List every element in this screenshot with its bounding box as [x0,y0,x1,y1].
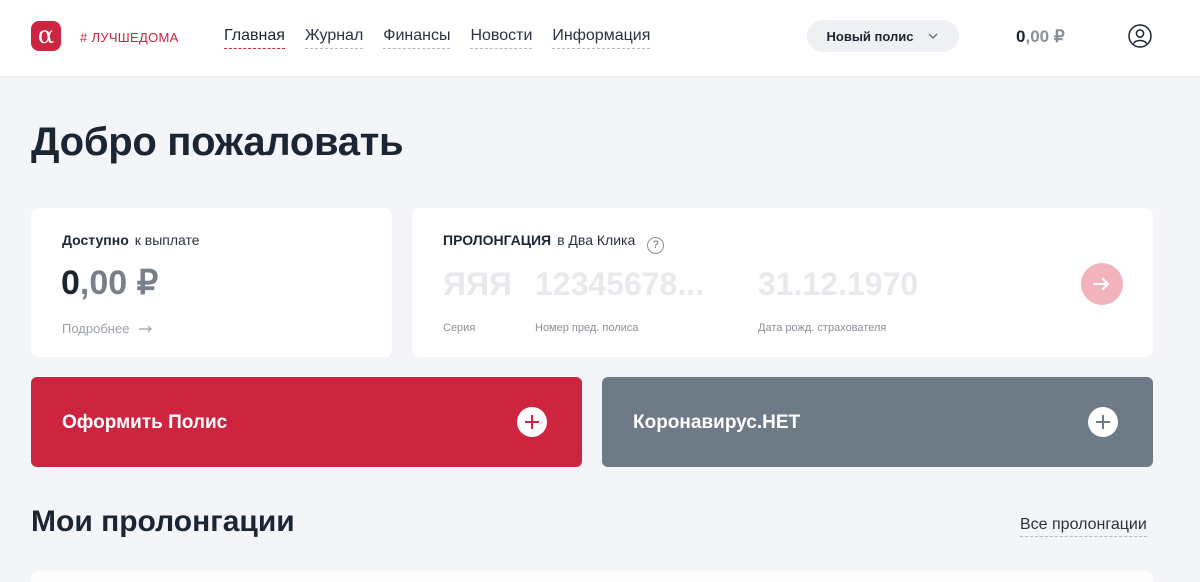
series-label: Серия [443,322,476,334]
main-nav: Главная Журнал Финансы Новости Информаци… [224,27,651,49]
brand-tagline: # ЛУЧШЕДОМА [80,30,179,45]
available-amount: 0,00 ₽ [61,263,158,303]
available-payout-card: Доступно к выплате 0,00 ₽ Подробнее [31,208,392,357]
help-icon[interactable]: ? [647,237,665,254]
issue-policy-label: Оформить Полис [62,412,228,433]
plus-circle-icon [1088,407,1118,437]
nav-item-info[interactable]: Информация [552,27,651,49]
nav-item-news[interactable]: Новости [470,27,533,49]
coronavirus-net-label: Коронавирус.НЕТ [633,412,801,433]
page-title: Добро пожаловать [31,120,404,164]
nav-item-finance[interactable]: Финансы [383,27,451,49]
available-label-bold: Доступно [62,232,129,248]
prolongation-card: ПРОЛОНГАЦИЯ в Два Клика ? ЯЯЯ Серия 12345… [412,208,1153,357]
header-balance-rest: ,00 ₽ [1025,27,1065,46]
birth-date-input[interactable]: 31.12.1970 [758,266,918,303]
user-profile-icon[interactable] [1128,24,1152,48]
prolongation-label: ПРОЛОНГАЦИЯ в Два Клика ? [443,232,665,254]
chevron-down-icon [928,33,938,39]
top-header: α # ЛУЧШЕДОМА Главная Журнал Финансы Нов… [0,0,1200,76]
coronavirus-net-button[interactable]: Коронавирус.НЕТ [602,377,1153,467]
policy-number-input[interactable]: 12345678... [535,266,704,303]
details-link-label: Подробнее [62,321,130,336]
plus-circle-icon [517,407,547,437]
prolongation-submit-button[interactable] [1081,263,1123,305]
alfa-logo-icon[interactable]: α [31,21,61,51]
policy-number-label: Номер пред. полиса [535,322,639,334]
nav-item-journal[interactable]: Журнал [304,27,364,49]
prolongation-label-rest: в Два Клика [557,232,636,248]
available-label-rest: к выплате [134,232,200,248]
details-link[interactable]: Подробнее [62,321,153,336]
new-policy-dropdown[interactable]: Новый полис [807,20,959,52]
prolongation-label-bold: ПРОЛОНГАЦИЯ [443,232,552,248]
new-policy-label: Новый полис [826,28,914,44]
available-amount-int: 0 [61,264,80,302]
header-balance: 0,00 ₽ [1016,27,1065,47]
available-amount-rest: ,00 ₽ [79,264,159,302]
arrow-right-icon [1093,277,1110,291]
my-prolongations-title: Мои пролонгации [31,505,295,538]
all-prolongations-link[interactable]: Все пролонгации [1020,516,1147,537]
available-label: Доступно к выплате [62,232,200,248]
arrow-right-icon [139,325,153,332]
nav-item-home[interactable]: Главная [224,27,285,49]
birth-date-label: Дата рожд. страхователя [758,322,887,334]
issue-policy-button[interactable]: Оформить Полис [31,377,582,467]
series-input[interactable]: ЯЯЯ [443,266,512,303]
prolongations-list-card [31,570,1153,582]
